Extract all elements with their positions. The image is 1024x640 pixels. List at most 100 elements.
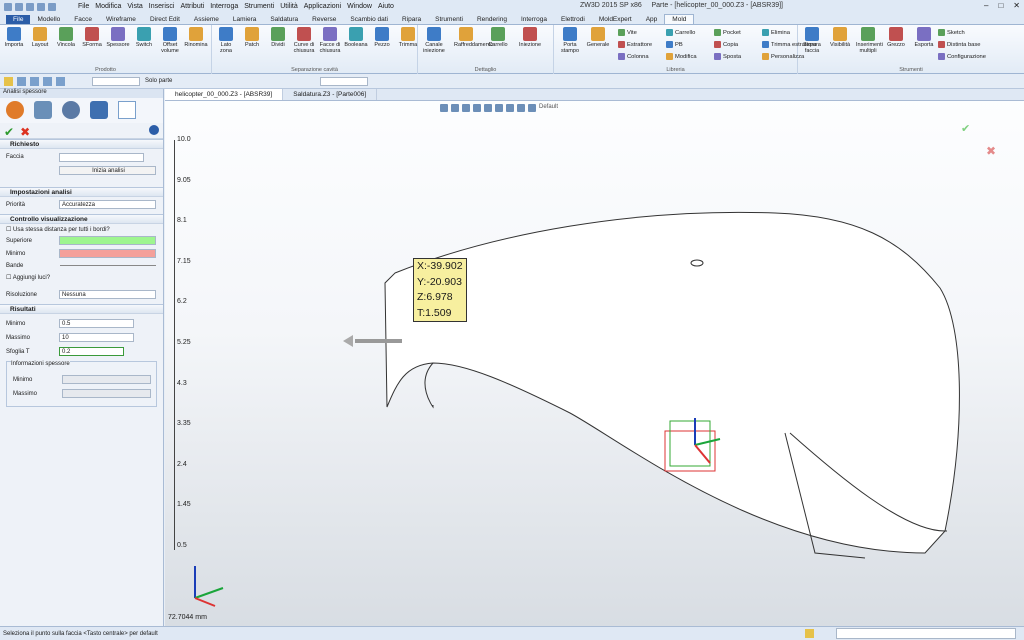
cancel-icon[interactable]: ✖ (20, 125, 30, 139)
max-input[interactable]: 10 (59, 333, 134, 342)
ribbon-button[interactable]: Switch (132, 27, 156, 48)
ribbon-button[interactable]: Booleana (344, 27, 368, 48)
menu-item[interactable]: Modifica (95, 3, 121, 10)
upper-color[interactable] (59, 236, 156, 245)
section-icon[interactable] (495, 103, 503, 112)
ribbon-tab[interactable]: MoldExpert (592, 15, 639, 24)
ribbon-button[interactable]: Offset volume (158, 27, 182, 54)
ribbon-button[interactable]: Importa (2, 27, 26, 48)
min-input[interactable]: 0.5 (59, 319, 134, 328)
ribbon-small-button[interactable]: Sposta (714, 53, 741, 60)
ribbon-button[interactable]: Lato zona (214, 27, 238, 54)
ribbon-tab[interactable]: Interroga (514, 15, 554, 24)
ribbon-button[interactable]: Raffreddamento (454, 27, 493, 48)
ribbon-button[interactable]: Esporta (912, 27, 936, 48)
ribbon-tab[interactable]: Ripara (395, 15, 428, 24)
zoom-icon[interactable] (462, 103, 470, 112)
layers-icon[interactable] (34, 101, 52, 119)
ribbon-button[interactable]: Inserimenti multipli (856, 27, 883, 54)
ribbon-small-button[interactable]: Distinta base (938, 41, 981, 48)
same-distance-checkbox[interactable]: ☐ Usa stessa distanza per tutti i bordi? (6, 226, 110, 233)
window-controls[interactable]: – □ ✕ (984, 1, 1020, 10)
fit-icon[interactable] (506, 103, 514, 112)
bands-slider[interactable] (60, 265, 156, 266)
selection-dropdown[interactable] (320, 77, 368, 86)
view-style[interactable]: Default (539, 104, 558, 112)
new-icon[interactable] (4, 2, 12, 11)
thickness-icon[interactable] (118, 101, 136, 119)
ribbon-button[interactable]: Generale (586, 27, 610, 48)
ribbon-tab[interactable]: Rendering (470, 15, 514, 24)
menu-item[interactable]: File (78, 3, 89, 10)
sheet-input[interactable]: 0.2 (59, 347, 124, 356)
ribbon-small-button[interactable]: Vite (618, 29, 637, 36)
ribbon-button[interactable]: Layout (28, 27, 52, 48)
lower-color[interactable] (59, 249, 156, 258)
glasses-icon[interactable] (62, 101, 80, 119)
ribbon-tab[interactable]: Modello (30, 15, 67, 24)
ribbon-small-button[interactable]: Carrello (666, 29, 695, 36)
ribbon-small-button[interactable]: Sketch (938, 29, 965, 36)
ribbon-small-button[interactable]: Pocket (714, 29, 741, 36)
section-settings[interactable]: Impostazioni analisi (0, 187, 163, 197)
priority-select[interactable]: Accuratezza (59, 200, 156, 209)
ribbon-button[interactable]: Grezzo (884, 27, 908, 48)
menu-item[interactable]: Applicazioni (304, 3, 341, 10)
ok-icon[interactable]: ✔ (4, 125, 14, 139)
ribbon-tab[interactable]: Wireframe (99, 15, 143, 24)
ribbon-button[interactable]: Patch (240, 27, 264, 48)
line-icon[interactable] (43, 77, 52, 86)
ribbon-button[interactable]: Visibilità (828, 27, 852, 48)
ribbon-tab[interactable]: File (6, 15, 31, 24)
ribbon-button[interactable]: Curve di chiusura (292, 27, 316, 54)
model-geometry[interactable] (165, 113, 1024, 626)
ship-icon[interactable] (90, 101, 108, 119)
ribbon-button[interactable]: Carrello (486, 27, 510, 48)
ribbon-small-button[interactable]: Elimina (762, 29, 790, 36)
redo-icon[interactable] (48, 2, 56, 11)
menu-item[interactable]: Strumenti (244, 3, 274, 10)
menu-item[interactable]: Vista (127, 3, 142, 10)
pick-icon[interactable] (30, 77, 39, 86)
face-input[interactable] (59, 153, 144, 162)
menu-item[interactable]: Interroga (210, 3, 238, 10)
ribbon-tab[interactable]: Saldatura (263, 15, 305, 24)
ribbon-button[interactable]: Vincola (54, 27, 78, 48)
ribbon-button[interactable]: Canale iniezione (422, 27, 446, 54)
ribbon-small-button[interactable]: Estrattore (618, 41, 652, 48)
cube-icon[interactable] (473, 103, 481, 112)
start-analysis-button[interactable]: Inizia analisi (59, 166, 156, 175)
section-required[interactable]: Richiesto (0, 139, 163, 149)
menu-item[interactable]: Window (347, 3, 372, 10)
view-toolbar[interactable]: Default (440, 102, 750, 113)
menu-item[interactable]: Aiuto (378, 3, 394, 10)
shade-icon[interactable] (484, 103, 492, 112)
ribbon-button[interactable]: Rinomina (184, 27, 208, 48)
tab-saldatura[interactable]: Saldatura.Z3 - [Parte006] (283, 89, 378, 100)
info-icon[interactable] (149, 125, 159, 135)
close-icon[interactable]: ✕ (1013, 1, 1020, 10)
minimize-icon[interactable]: – (984, 1, 988, 10)
menu-item[interactable]: Attributi (180, 3, 204, 10)
ribbon-button[interactable]: SForma (80, 27, 104, 48)
open-icon[interactable] (15, 2, 23, 11)
ribbon-tab[interactable]: Facce (67, 15, 99, 24)
tab-helicopter[interactable]: helicopter_00_000.Z3 - [ABSR39] (165, 89, 284, 100)
ribbon-button[interactable]: Porta stampo (558, 27, 582, 54)
add-lights-checkbox[interactable]: ☐ Aggiungi luci? (6, 274, 50, 281)
save-icon[interactable] (26, 2, 34, 11)
ribbon-tab[interactable]: Direct Edit (143, 15, 187, 24)
ribbon-small-button[interactable]: Configurazione (938, 53, 986, 60)
ribbon-tab[interactable]: Scambio dati (343, 15, 395, 24)
section-results[interactable]: Risultati (0, 304, 163, 314)
ribbon-button[interactable]: Facce di chiusura (318, 27, 342, 54)
ribbon-small-button[interactable]: PB (666, 41, 683, 48)
ribbon-tab[interactable]: Lamiera (226, 15, 263, 24)
section-display[interactable]: Controllo visualizzazione (0, 214, 163, 224)
ribbon-tab[interactable]: App (639, 15, 665, 24)
ribbon-tab[interactable]: Assieme (187, 15, 226, 24)
ribbon-tab[interactable]: Mold (664, 14, 695, 24)
resolution-select[interactable]: Nessuna (59, 290, 156, 299)
filter-dropdown[interactable] (92, 77, 140, 86)
select-icon[interactable] (4, 77, 13, 86)
